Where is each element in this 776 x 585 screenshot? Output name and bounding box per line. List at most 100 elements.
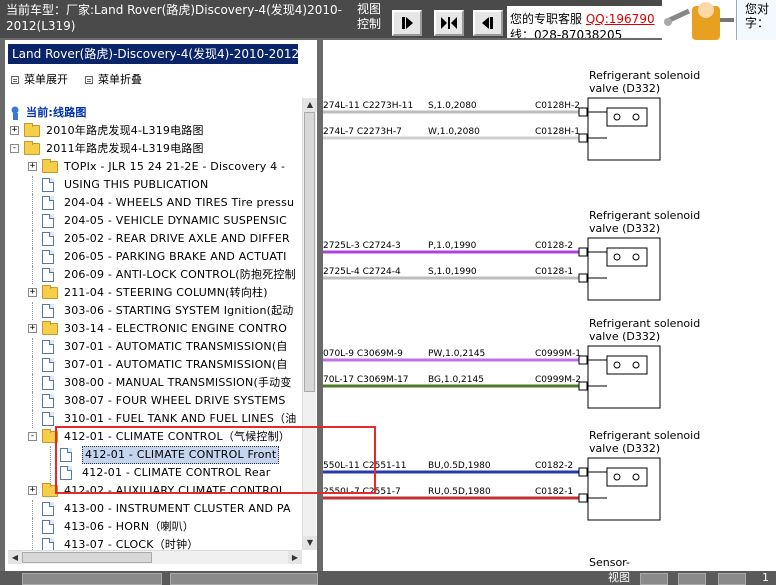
scroll-right-arrow-icon[interactable]: ▶ [288,551,302,564]
mechanic-mascot-icon [664,2,734,40]
tree-folder-item[interactable]: +211-04 - STEERING COLUMN(转向柱) [5,284,302,302]
tree-connector-line [32,248,33,266]
tree-connector-line [32,266,33,284]
app-window: 当前车型：厂家:Land Rover(路虎)Discovery-4(发现4)20… [0,0,776,585]
tree-item-label: 308-00 - MANUAL TRANSMISSION(手动变 [64,376,292,389]
tree-connector-line [32,176,33,194]
expand-icon[interactable]: + [28,162,37,171]
tree-document-item[interactable]: 307-01 - AUTOMATIC TRANSMISSION(自 [5,356,302,374]
solenoid-valve-box [587,237,661,301]
tree-document-item[interactable]: 303-06 - STARTING SYSTEM Ignition(起动 [5,302,302,320]
fit-page-button[interactable] [434,10,464,36]
tree-folder-item[interactable]: +303-14 - ELECTRONIC ENGINE CONTRO [5,320,302,338]
tree-document-item[interactable]: 413-00 - INSTRUMENT CLUSTER AND PA [5,500,302,518]
expand-icon[interactable]: + [10,126,19,135]
tree-document-item[interactable]: USING THIS PUBLICATION [5,176,302,194]
collapse-all-button[interactable]: 菜单折叠 [85,71,142,87]
solenoid-coil [606,247,648,267]
collapse-icon[interactable]: - [28,432,37,441]
folder-icon [42,159,58,173]
wire-spec-label: PW,1.0,2145 [428,349,485,359]
expand-icon[interactable]: + [28,486,37,495]
tree-connector-line [32,392,33,410]
prev-page-button[interactable] [473,10,503,36]
connector-pin [578,247,588,257]
model-selector[interactable]: Land Rover(路虎)-Discovery-4(发现4)-2010-201… [8,44,298,64]
tree-document-item[interactable]: 413-07 - CLOCK（时钟） [5,536,302,550]
document-icon [42,520,54,534]
tree-item-label: 205-02 - REAR DRIVE AXLE AND DIFFER [64,232,290,245]
tree-connector-line [32,194,33,212]
tree-document-item[interactable]: 206-05 - PARKING BRAKE AND ACTUATI [5,248,302,266]
tree-folder-item[interactable]: + TOPIx - JLR 15 24 21-2E - Discovery 4 - [5,158,302,176]
scroll-left-arrow-icon[interactable]: ◀ [8,551,22,564]
expand-all-button[interactable]: 菜单展开 [11,71,68,87]
tree-horizontal-scrollbar[interactable]: ◀ ▶ [8,550,302,564]
document-icon [42,394,54,408]
pin-contact [632,473,640,481]
bottom-view-button-1[interactable] [640,573,668,585]
tree-connector-line [32,302,33,320]
tree-connector-line [50,446,51,464]
tree-item-label: 2011年路虎发现4-L319电路图 [46,142,204,155]
tree-document-item[interactable]: 204-05 - VEHICLE DYNAMIC SUSPENSIC [5,212,302,230]
view-control-label[interactable]: 视图控制 [357,2,385,32]
expand-icon[interactable]: + [28,288,37,297]
document-icon [42,538,54,550]
tree-folder-item[interactable]: +2010年路虎发现4-L319电路图 [5,122,302,140]
pin-contact [632,253,640,261]
scroll-down-arrow-icon[interactable]: ▼ [303,536,317,550]
tree-document-item[interactable]: 204-04 - WHEELS AND TIRES Tire pressu [5,194,302,212]
pin-contact [632,361,640,369]
menu-list-icon [85,76,93,84]
prev-arrow-icon [482,17,493,29]
wire-left-label: 274L-11 C2273H-11 [323,101,413,111]
tree-document-item[interactable]: 308-07 - FOUR WHEEL DRIVE SYSTEMS [5,392,302,410]
connector-label: C0182-2 [535,461,573,471]
folder-icon [42,285,58,299]
tree-document-item[interactable]: 206-09 - ANTI-LOCK CONTROL(防抱死控制 [5,266,302,284]
diagram-node-icon [11,106,19,120]
service-phone: 线：028-87038205 [510,28,623,38]
tree-connector-line [32,500,33,518]
document-icon [42,250,54,264]
expand-icon[interactable]: + [28,324,37,333]
next-page-button[interactable] [392,10,422,36]
bottom-view-button-3[interactable] [718,573,746,585]
tree-item-label: 303-06 - STARTING SYSTEM Ignition(起动 [64,304,294,317]
collapse-icon[interactable]: - [10,144,19,153]
qq-link[interactable]: QQ:196790 [586,12,655,26]
tree-item-label: 303-14 - ELECTRONIC ENGINE CONTRO [64,322,288,335]
component-name-line2: valve (D332) [589,82,660,95]
component-name-line2: valve (D332) [589,330,660,343]
wire-left-label: 274L-7 C2273H-7 [323,127,402,137]
folder-icon [42,321,58,335]
wiring-diagram-view[interactable]: Refrigerant solenoid valve (D332) 274L-11 … [323,40,776,571]
tree-item-label: 206-05 - PARKING BRAKE AND ACTUATI [64,250,287,263]
tree-document-item[interactable]: 413-06 - HORN（喇叭） [5,518,302,536]
wire-spec-label: BU,0.5D,1980 [428,461,491,471]
tree-folder-item[interactable]: - 2011年路虎发现4-L319电路图 [5,140,302,158]
tree-item-label: 308-07 - FOUR WHEEL DRIVE SYSTEMS [64,394,286,407]
bottom-tab-1[interactable] [22,573,162,585]
bottom-view-button-2[interactable] [678,573,706,585]
pin-contact [632,113,640,121]
bottom-tab-2[interactable] [170,573,318,585]
wire-left-label: 2725L-3 C2724-3 [323,241,401,251]
horizontal-scroll-thumb[interactable] [22,552,152,563]
tree-document-item[interactable]: 308-00 - MANUAL TRANSMISSION(手动变 [5,374,302,392]
connector-pin [578,107,588,117]
tree-document-item[interactable]: 307-01 - AUTOMATIC TRANSMISSION(自 [5,338,302,356]
component-name-line2: valve (D332) [589,222,660,235]
wire-spec-label: BG,1.0,2145 [428,375,484,385]
scroll-up-arrow-icon[interactable]: ▲ [303,98,317,112]
tree-item-label: 413-06 - HORN（喇叭） [64,520,195,533]
document-icon [42,502,54,516]
tree-connector-line [32,338,33,356]
mascot-image [662,0,736,40]
vertical-scroll-thumb[interactable] [304,112,315,392]
current-model-title: 当前车型：厂家:Land Rover(路虎)Discovery-4(发现4)20… [6,3,342,33]
document-icon [42,196,54,210]
tree-connector-line [32,410,33,428]
tree-document-item[interactable]: 205-02 - REAR DRIVE AXLE AND DIFFER [5,230,302,248]
